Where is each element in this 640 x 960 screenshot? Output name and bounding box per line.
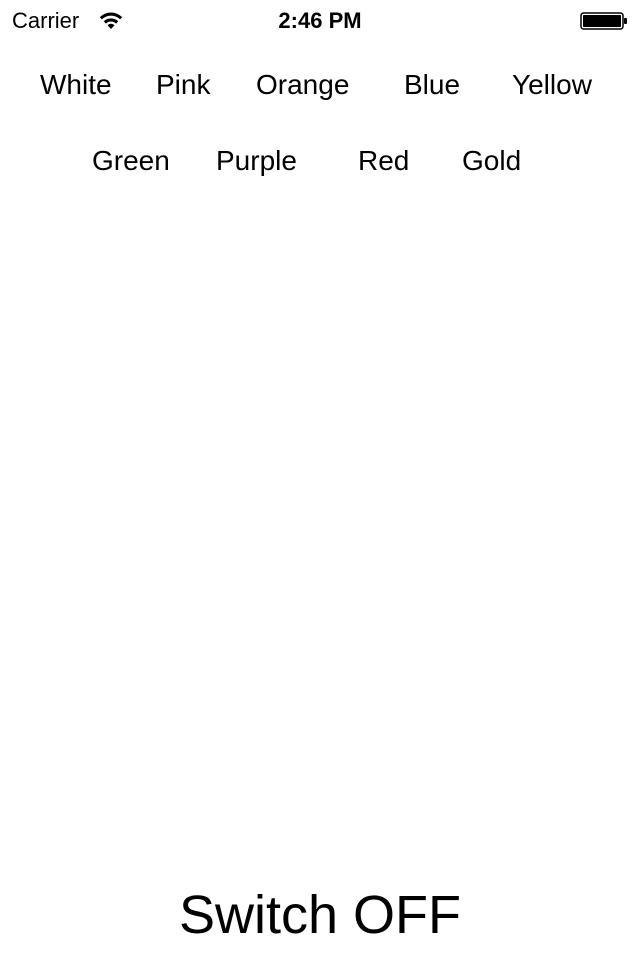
color-button-gold[interactable]: Gold <box>462 144 521 178</box>
battery-icon <box>580 12 627 30</box>
switch-status-label: Switch OFF <box>178 885 462 945</box>
color-button-blue[interactable]: Blue <box>404 68 460 102</box>
status-time: 2:46 PM <box>278 8 362 33</box>
color-button-orange[interactable]: Orange <box>256 68 349 102</box>
color-button-green[interactable]: Green <box>92 144 170 178</box>
color-button-white[interactable]: White <box>40 68 112 102</box>
color-button-pink[interactable]: Pink <box>156 68 210 102</box>
color-button-red[interactable]: Red <box>358 144 409 178</box>
color-button-purple[interactable]: Purple <box>216 144 297 178</box>
status-bar: Carrier 2:46 PM <box>0 0 640 40</box>
color-button-yellow[interactable]: Yellow <box>512 68 592 102</box>
